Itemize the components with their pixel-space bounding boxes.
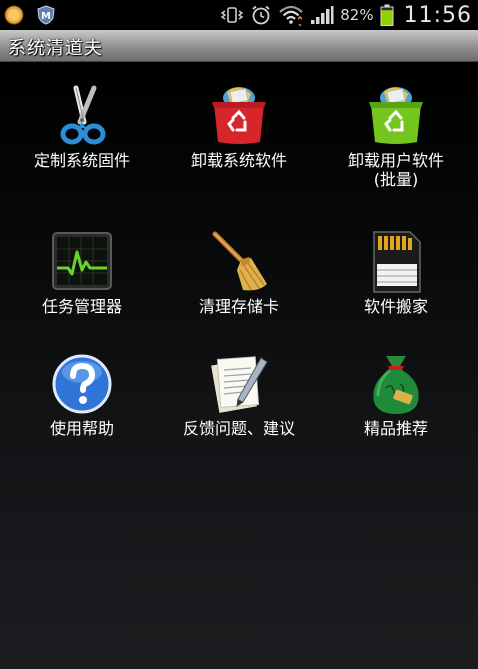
menu-item-help[interactable]: 使用帮助 xyxy=(4,352,160,438)
money-bag-icon xyxy=(373,356,419,414)
menu-item-feedback[interactable]: 反馈问题、建议 xyxy=(161,352,317,438)
battery-icon xyxy=(380,4,394,26)
menu-label: 软件搬家 xyxy=(363,297,428,316)
app-title-bar: 系统清道夫 xyxy=(0,30,478,62)
menu-label: 卸载用户软件(批量) xyxy=(347,151,444,189)
menu-item-customize-firmware[interactable]: 定制系统固件 xyxy=(4,84,160,170)
phone-screen: M 82% 11:56 系统清道夫 定制系统固件 卸载系统软件 卸载用户软件(批… xyxy=(0,0,478,669)
menu-label: 反馈问题、建议 xyxy=(183,419,296,438)
red-recycle-bin-icon xyxy=(212,87,266,144)
coin-icon[interactable] xyxy=(4,5,24,25)
clock-time: 11:56 xyxy=(403,2,472,28)
menu-item-clean-sdcard[interactable]: 清理存储卡 xyxy=(161,230,317,316)
menu-label: 任务管理器 xyxy=(41,297,122,316)
vibrate-icon xyxy=(220,7,244,23)
status-bar-right: 82% 11:56 xyxy=(220,0,472,30)
monitor-pulse-icon xyxy=(52,232,112,290)
green-recycle-bin-icon xyxy=(369,87,423,144)
menu-item-recommended[interactable]: 精品推荐 xyxy=(318,352,474,438)
menu-label: 卸载系统软件 xyxy=(190,151,287,170)
help-icon xyxy=(52,354,112,414)
broom-icon xyxy=(212,231,267,291)
signal-icon xyxy=(311,6,334,24)
status-bar: M 82% 11:56 xyxy=(0,0,478,30)
note-pen-icon xyxy=(211,356,268,413)
menu-item-move-apps[interactable]: 软件搬家 xyxy=(318,230,474,316)
scissors-icon xyxy=(60,85,106,145)
alarm-icon xyxy=(252,5,270,25)
menu-item-uninstall-system[interactable]: 卸载系统软件 xyxy=(161,84,317,170)
sd-card-icon xyxy=(373,231,421,293)
battery-percent: 82% xyxy=(340,6,374,24)
menu-item-task-manager[interactable]: 任务管理器 xyxy=(4,230,160,316)
menu-item-uninstall-user[interactable]: 卸载用户软件(批量) xyxy=(318,84,474,189)
menu-label: 精品推荐 xyxy=(363,419,428,438)
app-title: 系统清道夫 xyxy=(8,38,103,59)
shield-m-icon[interactable]: M xyxy=(36,5,56,25)
menu-label: 定制系统固件 xyxy=(33,151,130,170)
svg-text:M: M xyxy=(41,11,51,22)
menu-label: 清理存储卡 xyxy=(198,297,279,316)
wifi-icon xyxy=(279,5,303,26)
menu-label: 使用帮助 xyxy=(49,419,114,438)
